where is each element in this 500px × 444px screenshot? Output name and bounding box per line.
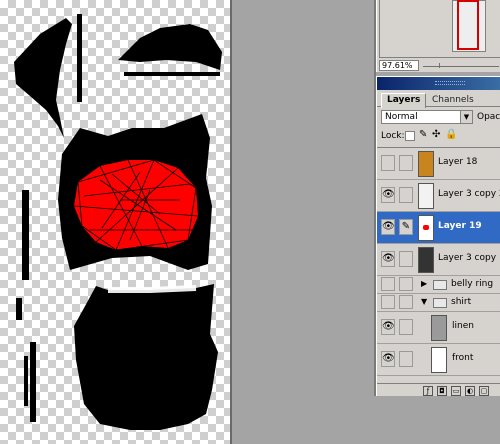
title-grip	[435, 81, 465, 85]
brush-icon[interactable]: ✎	[399, 219, 413, 235]
palette-tabs: Layers Channels	[377, 91, 500, 108]
group-name: shirt	[451, 297, 472, 307]
document-canvas[interactable]	[0, 0, 232, 444]
lock-row: Lock: ✎ ✣ 🔒	[377, 129, 500, 145]
palette-title-bar[interactable]	[377, 77, 500, 90]
layer-thumbnail	[418, 183, 434, 209]
chevron-down-icon[interactable]: ▼	[460, 111, 472, 123]
zoom-slider-mark	[439, 63, 440, 68]
mask-icon[interactable]: ◘	[437, 386, 447, 396]
move-lock-icon[interactable]: ✣	[432, 129, 440, 141]
eye-icon[interactable]: 👁	[381, 219, 395, 235]
layer-list: Layer 18 👁 Layer 3 copy 2 👁 ✎ Layer 19 👁…	[377, 147, 500, 383]
visibility-toggle[interactable]	[381, 295, 395, 309]
blend-mode-select[interactable]: Normal ▼	[381, 110, 473, 124]
layer-row-layer-19[interactable]: 👁 ✎ Layer 19	[377, 212, 500, 244]
eye-icon[interactable]: 👁	[381, 251, 395, 267]
navigator-view-box[interactable]	[457, 0, 479, 50]
layer-name: Layer 19	[438, 221, 482, 231]
layer-row-layer-18[interactable]: Layer 18	[377, 148, 500, 180]
blend-mode-value: Normal	[385, 112, 418, 122]
adjustment-layer-icon[interactable]: ◐	[465, 386, 475, 396]
visibility-toggle[interactable]	[381, 277, 395, 291]
layer-row-front[interactable]: 👁 front	[377, 344, 500, 376]
tab-layers[interactable]: Layers	[381, 93, 427, 108]
link-toggle[interactable]	[399, 251, 413, 267]
layer-style-icon[interactable]: ƒ	[423, 386, 433, 396]
navigator-zoom-bar: 97.61%	[377, 60, 500, 72]
layer-thumbnail	[418, 215, 434, 241]
triangle-right-icon[interactable]: ▶	[421, 279, 427, 289]
folder-icon	[433, 280, 447, 290]
zoom-field[interactable]: 97.61%	[379, 60, 419, 71]
layers-palette: Layers Channels Normal ▼ Opaci Lock: ✎ ✣…	[376, 76, 500, 396]
eye-icon[interactable]: 👁	[381, 319, 395, 335]
visibility-toggle[interactable]	[381, 155, 395, 171]
link-toggle[interactable]	[399, 351, 413, 367]
folder-icon	[433, 298, 447, 308]
layer-row-layer-3-copy[interactable]: 👁 Layer 3 copy	[377, 244, 500, 276]
layer-name: front	[452, 353, 474, 363]
transparent-layer-area[interactable]	[0, 0, 230, 444]
canvas-border	[230, 0, 232, 444]
red-dot-icon	[423, 225, 429, 230]
link-toggle[interactable]	[399, 277, 413, 291]
garment-pattern-pieces	[14, 14, 222, 430]
eye-icon[interactable]: 👁	[381, 351, 395, 367]
triangle-down-icon[interactable]: ▼	[421, 297, 427, 307]
link-toggle[interactable]	[399, 319, 413, 335]
layer-row-linen[interactable]: 👁 linen	[377, 312, 500, 344]
brush-lock-icon[interactable]: ✎	[419, 129, 427, 141]
layer-thumbnail	[418, 247, 434, 273]
layer-group-belly-ring[interactable]: ▶ belly ring	[377, 276, 500, 294]
link-toggle[interactable]	[399, 155, 413, 171]
layers-bottom-bar: ƒ ◘ ▭ ◐ ▢	[377, 383, 500, 396]
lock-icon[interactable]: 🔒	[445, 129, 457, 141]
lock-transparency-checkbox[interactable]	[405, 131, 415, 141]
zoom-slider[interactable]	[423, 66, 499, 67]
link-toggle[interactable]	[399, 187, 413, 203]
layer-group-shirt[interactable]: ▼ shirt	[377, 294, 500, 312]
layer-row-layer-3-copy-2[interactable]: 👁 Layer 3 copy 2	[377, 180, 500, 212]
link-toggle[interactable]	[399, 295, 413, 309]
blend-mode-row: Normal ▼ Opaci	[377, 109, 500, 127]
layer-name: Layer 18	[438, 157, 478, 167]
group-name: belly ring	[451, 279, 494, 289]
layer-thumbnail	[431, 347, 447, 373]
navigator-palette: 97.61%	[376, 0, 500, 72]
eye-icon[interactable]: 👁	[381, 187, 395, 203]
opacity-label: Opaci	[477, 112, 500, 122]
lock-label: Lock:	[381, 131, 405, 141]
new-set-icon[interactable]: ▭	[451, 386, 461, 396]
layer-name: Layer 3 copy	[438, 253, 497, 263]
tab-channels[interactable]: Channels	[427, 95, 479, 107]
layer-thumbnail	[418, 151, 434, 177]
new-layer-icon[interactable]: ▢	[479, 386, 489, 396]
layer-thumbnail	[431, 315, 447, 341]
navigator-preview-area[interactable]	[379, 0, 500, 58]
layer-name: Layer 3 copy 2	[438, 189, 500, 199]
layer-name: linen	[452, 321, 474, 331]
